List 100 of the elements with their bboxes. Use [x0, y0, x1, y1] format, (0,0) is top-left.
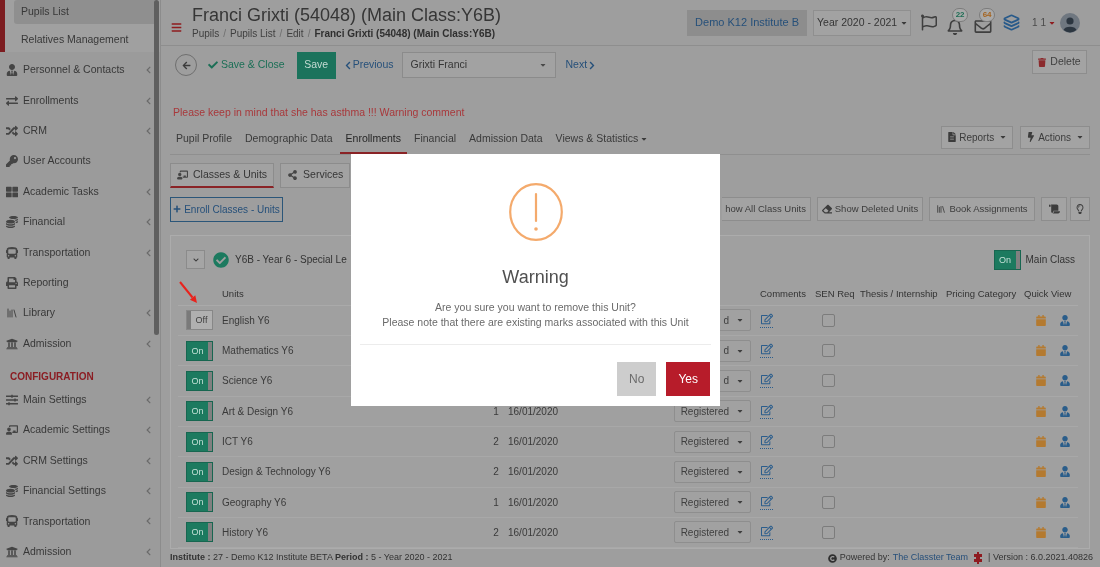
scroll-button[interactable]	[1041, 197, 1067, 222]
sidebar-item[interactable]: Transportation	[0, 506, 160, 537]
scrollbar-thumb[interactable]	[154, 0, 159, 335]
user-menu[interactable]: 1 1	[1032, 15, 1055, 30]
sidebar-item[interactable]: Academic Settings	[0, 415, 160, 446]
user-icon[interactable]	[1060, 466, 1070, 478]
user-icon[interactable]	[1060, 345, 1070, 357]
dropdown-button[interactable]: Actions	[1020, 125, 1090, 149]
team-link[interactable]: The Classter Team	[892, 551, 969, 565]
sidebar-item[interactable]: Reporting	[0, 267, 160, 299]
sidebar-item[interactable]: Transportation	[0, 237, 160, 268]
sidebar-item[interactable]: Admission	[0, 328, 160, 359]
dialog-button[interactable]: Yes	[666, 362, 710, 396]
checkbox[interactable]	[822, 344, 835, 358]
user-icon[interactable]	[1060, 496, 1070, 508]
toggle-switch[interactable]: Off	[186, 310, 213, 331]
calendar-icon[interactable]	[1036, 526, 1046, 538]
sidebar-item[interactable]: Library	[0, 298, 160, 329]
previous-button[interactable]: Previous	[344, 57, 394, 73]
flag-icon[interactable]	[921, 14, 938, 31]
edit-comment-button[interactable]	[760, 373, 773, 389]
toggle-switch[interactable]: On	[186, 401, 213, 422]
status-dropdown[interactable]: Registered	[674, 521, 751, 544]
submenu-item[interactable]: Relatives Management	[14, 28, 158, 52]
calendar-icon[interactable]	[1036, 375, 1046, 387]
checkbox[interactable]	[822, 435, 835, 449]
calendar-icon[interactable]	[1036, 436, 1046, 448]
user-icon[interactable]	[1060, 436, 1070, 448]
sidebar-item[interactable]: Admission	[0, 536, 160, 567]
checkbox[interactable]	[822, 465, 835, 479]
toggle-switch[interactable]: On	[186, 431, 213, 452]
sidebar-item[interactable]: CRM Settings	[0, 445, 160, 476]
avatar-icon[interactable]	[1060, 12, 1080, 33]
toggle-switch[interactable]: On	[186, 371, 213, 391]
status-dropdown[interactable]: Registered	[674, 491, 751, 514]
user-icon[interactable]	[1060, 526, 1070, 538]
delete-button[interactable]: Delete	[1032, 50, 1087, 74]
sidebar-item[interactable]: User Accounts	[0, 146, 160, 177]
year-dropdown[interactable]: Year 2020 - 2021	[813, 9, 912, 36]
user-icon[interactable]	[1060, 375, 1070, 387]
edit-comment-button[interactable]	[760, 494, 773, 510]
menu-button[interactable]	[171, 22, 182, 33]
toggle-switch[interactable]: On	[186, 461, 213, 482]
action-button[interactable]: Show Deleted Units	[817, 197, 923, 222]
tab[interactable]: Demographic Data	[239, 125, 339, 154]
tab[interactable]: Pupil Profile	[170, 125, 239, 154]
toggle-switch[interactable]: On	[186, 522, 213, 543]
sidebar-item[interactable]: Academic Tasks	[0, 176, 160, 207]
edit-comment-button[interactable]	[760, 312, 773, 328]
checkbox[interactable]	[822, 525, 835, 539]
enroll-button[interactable]: Enroll Classes - Units	[170, 196, 283, 222]
user-icon[interactable]	[1060, 405, 1070, 417]
tips-button[interactable]	[1070, 197, 1090, 222]
save-close-button[interactable]: Save & Close	[208, 57, 285, 73]
sidebar-item[interactable]: Personnel & Contacts	[0, 55, 160, 86]
pupil-select[interactable]: Grixti Franci	[402, 52, 557, 78]
toggle-switch[interactable]: On	[186, 340, 213, 361]
toggle-switch[interactable]: On	[186, 492, 213, 513]
user-icon[interactable]	[1060, 314, 1070, 326]
sidebar-item[interactable]: Financial Settings	[0, 475, 160, 507]
edit-comment-button[interactable]	[760, 434, 773, 450]
breadcrumb-link[interactable]: Pupils	[192, 27, 220, 41]
subtab[interactable]: Services	[280, 162, 351, 188]
next-button[interactable]: Next	[565, 57, 596, 73]
checkbox[interactable]	[822, 495, 835, 509]
checkbox[interactable]	[822, 313, 835, 327]
edit-comment-button[interactable]	[760, 524, 773, 540]
collapse-button[interactable]	[186, 250, 205, 270]
calendar-icon[interactable]	[1036, 405, 1046, 417]
subtab[interactable]: Classes & Units	[170, 162, 275, 188]
dropdown-button[interactable]: Reports	[941, 125, 1014, 149]
calendar-icon[interactable]	[1036, 496, 1046, 508]
dialog-button[interactable]: No	[617, 362, 657, 396]
action-button[interactable]: how All Class Units	[722, 197, 811, 222]
sidebar-item[interactable]: CRM	[0, 115, 160, 147]
calendar-icon[interactable]	[1036, 314, 1046, 326]
status-dropdown[interactable]: Registered	[674, 460, 751, 483]
tab[interactable]: Views & Statistics	[549, 125, 654, 154]
toggle-switch[interactable]: On	[993, 249, 1021, 270]
checkbox[interactable]	[822, 404, 835, 418]
tab[interactable]: Financial	[408, 125, 463, 154]
tab[interactable]: Admission Data	[463, 125, 549, 154]
calendar-icon[interactable]	[1036, 466, 1046, 478]
layers-icon[interactable]	[1003, 14, 1021, 31]
sidebar-item[interactable]: Main Settings	[0, 384, 160, 416]
breadcrumb-link[interactable]: Franci Grixti (54048) (Main Class:Y6B)	[314, 27, 496, 41]
checkbox[interactable]	[822, 374, 835, 388]
calendar-icon[interactable]	[1036, 345, 1046, 357]
edit-comment-button[interactable]	[760, 343, 773, 359]
envelope-icon[interactable]	[974, 18, 993, 35]
status-dropdown[interactable]: Registered	[674, 430, 751, 453]
sidebar-item[interactable]: Enrollments	[0, 85, 160, 116]
breadcrumb-link[interactable]: Pupils List	[230, 27, 276, 41]
edit-comment-button[interactable]	[760, 464, 773, 480]
sidebar-item[interactable]: Financial	[0, 206, 160, 238]
action-button[interactable]: Book Assignments	[929, 197, 1035, 222]
breadcrumb-link[interactable]: Edit	[286, 27, 304, 41]
institute-button[interactable]: Demo K12 Institute B	[687, 9, 808, 36]
save-button[interactable]: Save	[296, 51, 336, 79]
edit-comment-button[interactable]	[760, 403, 773, 419]
